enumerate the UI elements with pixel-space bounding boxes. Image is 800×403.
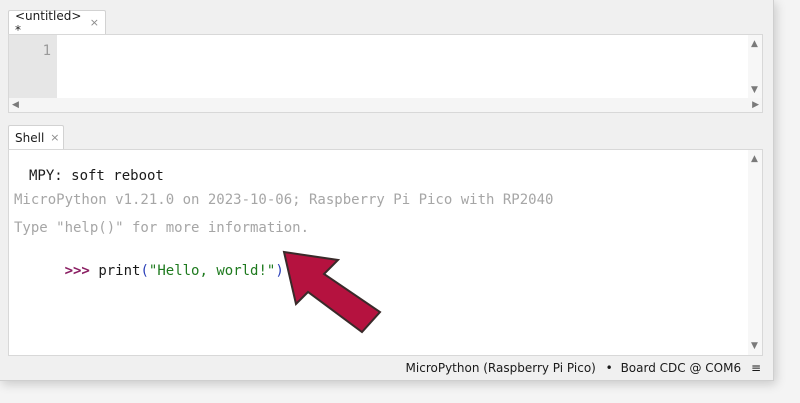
scroll-up-icon[interactable]: ▲ [751,154,758,164]
scroll-right-icon[interactable]: ▶ [752,100,759,110]
command-open-paren: ( [140,263,149,279]
tab-untitled-label: <untitled> * [15,8,82,37]
tab-shell[interactable]: Shell × [8,125,64,149]
scroll-down-icon[interactable]: ▼ [751,85,758,95]
shell-output-line: Type "help()" for more information. [14,220,310,236]
shell-vertical-scrollbar[interactable]: ▲ ▼ [748,150,762,355]
line-number: 1 [42,43,51,59]
port-selector[interactable]: Board CDC @ COM6 [621,361,742,375]
red-arrow-icon [282,250,382,334]
scroll-left-icon[interactable]: ◀ [12,100,19,110]
shell-output-line: MPY: soft reboot [29,168,164,184]
status-separator: • [605,361,613,375]
background-bottom [0,381,800,403]
menu-icon[interactable]: ≡ [751,361,761,375]
command-string: "Hello, world!" [148,263,276,279]
tab-shell-label: Shell [15,130,45,145]
thonny-window: <untitled> * × 1 ▲ ▼ ◀ ▶ Shell × MPY: so… [0,0,774,381]
shell-prompt: >>> [64,263,90,279]
command-function: print [98,263,141,279]
line-number-gutter: 1 [9,35,57,99]
editor-horizontal-scrollbar[interactable]: ◀ ▶ [8,98,763,113]
shell-command-line[interactable]: >>> print("Hello, world!") [14,247,284,295]
scroll-down-icon[interactable]: ▼ [751,341,758,351]
tab-close-icon[interactable]: × [50,131,59,144]
scroll-up-icon[interactable]: ▲ [751,39,758,49]
editor-vertical-scrollbar[interactable]: ▲ ▼ [748,35,762,99]
tab-close-icon[interactable]: × [90,16,99,29]
code-editor[interactable]: 1 ▲ ▼ [8,34,763,100]
shell-output-line: MicroPython v1.21.0 on 2023-10-06; Raspb… [14,192,554,208]
status-bar: MicroPython (Raspberry Pi Pico) • Board … [0,356,773,380]
background-right [774,0,800,403]
interpreter-selector[interactable]: MicroPython (Raspberry Pi Pico) [406,361,596,375]
tab-untitled[interactable]: <untitled> * × [8,8,106,37]
